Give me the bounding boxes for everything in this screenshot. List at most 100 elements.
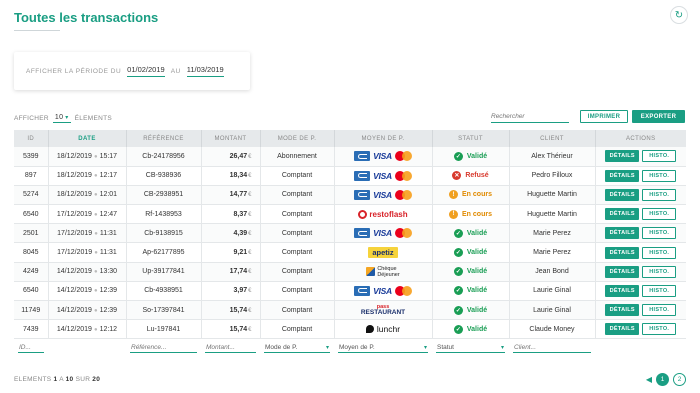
payment-logos: VISA <box>354 151 412 162</box>
cell-reference: So-17397841 <box>126 300 202 321</box>
cell-payment-method: VISA <box>334 223 433 244</box>
page-size-select[interactable]: 10 ▾ <box>52 114 71 123</box>
payment-logos: VISA <box>354 285 412 296</box>
table-row: 6540 14/12/2019 ● 12:39 Cb-4938951 3,97€ Compt… <box>14 281 686 302</box>
currency: € <box>248 326 252 333</box>
restaurant-pass-logo: pass RESTAURANT <box>360 304 406 317</box>
history-button[interactable]: HISTO. <box>642 265 677 278</box>
column-header-1[interactable]: DATE <box>48 130 127 147</box>
cell-status: ✓ Validé <box>432 281 510 302</box>
period-from-input[interactable]: 01/02/2019 <box>127 65 165 77</box>
page-button-2[interactable]: 2 <box>673 373 686 386</box>
details-button[interactable]: DÉTAILS <box>605 284 640 297</box>
cell-date: 14/12/2019 ● 12:39 <box>48 281 127 302</box>
cell-payment-mode: Comptant <box>260 281 335 302</box>
history-button[interactable]: HISTO. <box>642 169 677 182</box>
cell-id: 5399 <box>14 147 49 167</box>
cell-client: Pedro Filloux <box>509 166 596 186</box>
cell-actions: DÉTAILS HISTO. <box>595 281 686 302</box>
cell-payment-method: restoflash <box>334 204 433 225</box>
status-badge: ✓ Validé <box>453 286 488 296</box>
details-button[interactable]: DÉTAILS <box>605 265 640 278</box>
details-button[interactable]: DÉTAILS <box>605 304 640 317</box>
column-header-8[interactable]: ACTIONS <box>595 130 686 147</box>
payment-logos: restoflash <box>358 209 408 219</box>
column-header-4[interactable]: MODE DE P. <box>260 130 335 147</box>
column-header-6[interactable]: STATUT <box>432 130 510 147</box>
cb-card-icon <box>354 285 371 296</box>
visa-logo: VISA <box>373 189 392 200</box>
refresh-icon[interactable]: ↻ <box>670 6 688 24</box>
history-button[interactable]: HISTO. <box>642 304 677 317</box>
details-button[interactable]: DÉTAILS <box>605 208 640 221</box>
cell-client: Marie Perez <box>509 242 596 263</box>
history-button[interactable]: HISTO. <box>642 227 677 240</box>
details-button[interactable]: DÉTAILS <box>605 323 640 336</box>
cell-amount: 26,47€ <box>201 147 261 167</box>
export-button[interactable]: EXPORTER <box>632 110 685 123</box>
lunchr-logo: lunchr <box>365 324 400 334</box>
clock-icon: ● <box>93 307 98 314</box>
history-button[interactable]: HISTO. <box>642 246 677 259</box>
table-row: 897 18/12/2019 ● 12:17 CB-938936 18,34€ Compta… <box>14 166 686 186</box>
history-button[interactable]: HISTO. <box>642 208 677 221</box>
column-header-0[interactable]: ID <box>14 130 49 147</box>
check-circle-icon: ✓ <box>453 267 463 277</box>
status-badge: ✕ Refusé <box>452 171 489 181</box>
history-button[interactable]: HISTO. <box>642 284 677 297</box>
filter-id-input[interactable] <box>18 344 44 354</box>
payment-logos: apetiz <box>368 247 398 259</box>
cell-id: 6540 <box>14 204 49 225</box>
cell-payment-mode: Comptant <box>260 185 335 206</box>
currency: € <box>248 230 252 237</box>
clock-icon: ● <box>93 173 98 180</box>
details-button[interactable]: DÉTAILS <box>605 188 640 201</box>
cell-actions: DÉTAILS HISTO. <box>595 166 686 186</box>
restoflash-logo: restoflash <box>358 209 408 219</box>
cell-date: 18/12/2019 ● 15:17 <box>48 147 127 167</box>
cell-date: 18/12/2019 ● 12:17 <box>48 166 127 186</box>
period-to-input[interactable]: 11/03/2019 <box>186 65 224 77</box>
filter-method-select[interactable]: Moyen de P. ▾ <box>338 344 428 354</box>
cell-amount: 18,34€ <box>201 166 261 186</box>
cell-amount: 14,77€ <box>201 185 261 206</box>
details-button[interactable]: DÉTAILS <box>605 150 640 163</box>
details-button[interactable]: DÉTAILS <box>605 246 640 259</box>
cell-payment-mode: Comptant <box>260 319 335 340</box>
search-input[interactable] <box>491 113 569 123</box>
period-to-label: AU <box>170 67 181 75</box>
lunchr-icon <box>365 325 374 334</box>
details-button[interactable]: DÉTAILS <box>605 227 640 240</box>
details-button[interactable]: DÉTAILS <box>605 169 640 182</box>
history-button[interactable]: HISTO. <box>642 150 677 163</box>
filter-client-input[interactable] <box>513 344 591 354</box>
column-header-7[interactable]: CLIENT <box>509 130 596 147</box>
check-circle-icon: ✓ <box>453 324 463 334</box>
cell-payment-method: VISA <box>334 185 433 206</box>
clock-icon: ● <box>93 211 98 218</box>
table-row: 8045 17/12/2019 ● 11:31 Ap-62177895 9,21€ Comp… <box>14 242 686 263</box>
print-button[interactable]: IMPRIMER <box>580 110 628 123</box>
cell-date: 17/12/2019 ● 12:47 <box>48 204 127 225</box>
payment-logos: VISA <box>354 170 412 181</box>
filter-amount-input[interactable] <box>205 344 256 354</box>
history-button[interactable]: HISTO. <box>642 188 677 201</box>
status-badge: ✓ Validé <box>453 324 488 334</box>
filter-mode-select[interactable]: Mode de P. ▾ <box>264 344 330 354</box>
cell-id: 11749 <box>14 300 49 321</box>
column-header-5[interactable]: MOYEN DE P. <box>334 130 433 147</box>
cell-status: ✕ Refusé <box>432 166 510 186</box>
currency: € <box>248 250 252 257</box>
filter-status-select[interactable]: Statut ▾ <box>436 344 505 354</box>
history-button[interactable]: HISTO. <box>642 323 677 336</box>
mastercard-icon <box>394 151 412 162</box>
column-header-3[interactable]: MONTANT <box>201 130 261 147</box>
check-circle-icon: ✓ <box>453 305 463 315</box>
chevron-left-icon[interactable]: ◀ <box>646 375 652 384</box>
filter-reference-input[interactable] <box>130 344 197 354</box>
cell-payment-method: pass RESTAURANT <box>334 300 433 321</box>
mastercard-icon <box>394 189 412 200</box>
page-button-1[interactable]: 1 <box>656 373 669 386</box>
column-header-2[interactable]: RÉFÉRENCE <box>126 130 202 147</box>
table-row: 5399 18/12/2019 ● 15:17 Cb-24178956 26,47€ Abo… <box>14 147 686 167</box>
